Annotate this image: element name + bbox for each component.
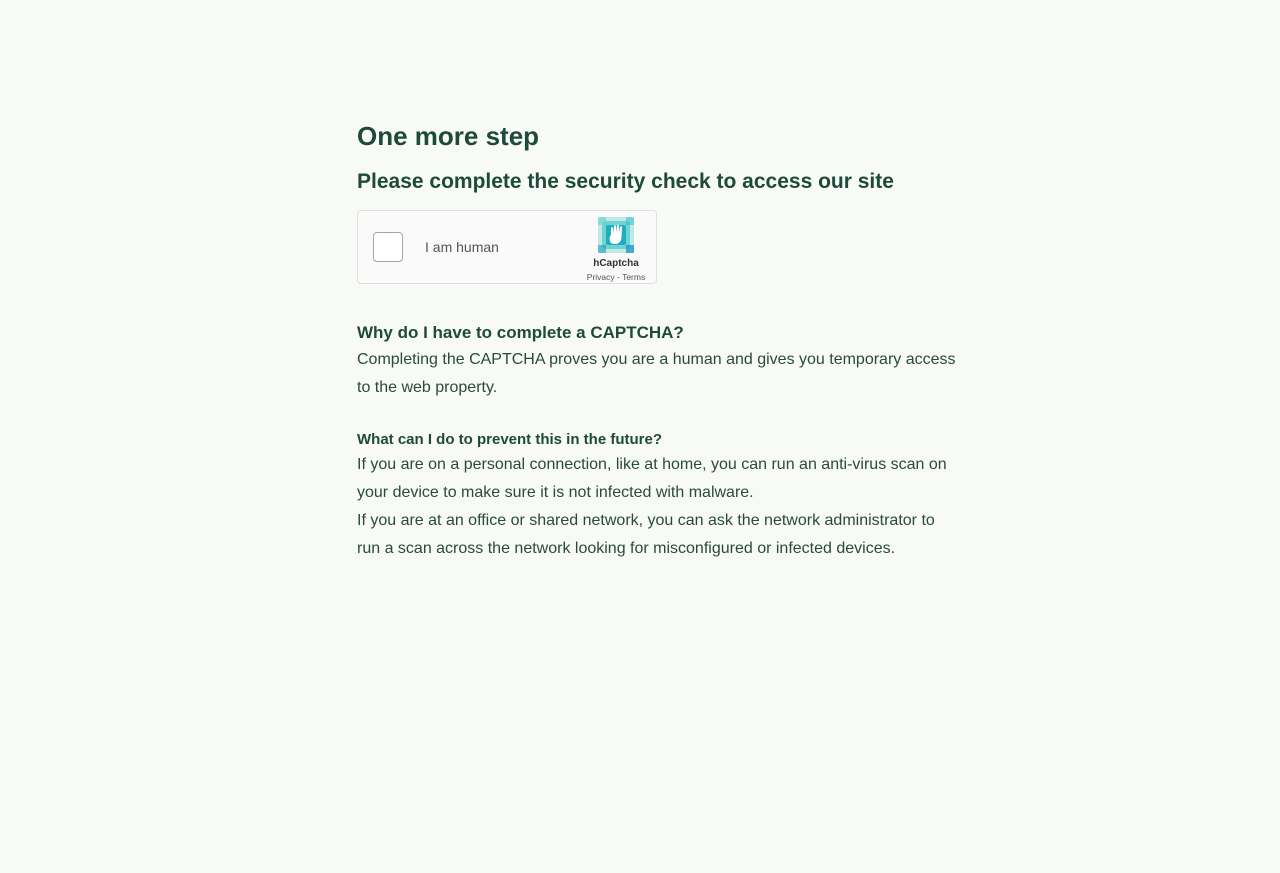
page-title: One more step: [357, 121, 540, 151]
hcaptcha-brand-label: hCaptcha: [593, 258, 639, 269]
terms-link[interactable]: Terms: [622, 272, 645, 282]
prevent-text-personal: If you are on a personal connection, lik…: [357, 456, 947, 501]
hcaptcha-logo-icon: [594, 213, 638, 257]
why-captcha-text: Completing the CAPTCHA proves you are a …: [357, 351, 956, 396]
captcha-links: Privacy - Terms: [576, 272, 656, 283]
prevent-text-office: If you are at an office or shared networ…: [357, 512, 935, 557]
hcaptcha-widget: I am human hCaptcha Privacy - Terms: [357, 210, 657, 284]
link-separator: -: [614, 272, 623, 282]
main-content: One more step Please complete the securi…: [357, 112, 957, 563]
prevent-heading: What can I do to prevent this in the fut…: [357, 431, 663, 448]
captcha-checkbox-label: I am human: [425, 239, 499, 255]
why-captcha-heading: Why do I have to complete a CAPTCHA?: [357, 323, 684, 342]
privacy-link[interactable]: Privacy: [587, 272, 615, 282]
captcha-checkbox[interactable]: [373, 232, 403, 262]
page-subtitle: Please complete the security check to ac…: [357, 170, 894, 193]
